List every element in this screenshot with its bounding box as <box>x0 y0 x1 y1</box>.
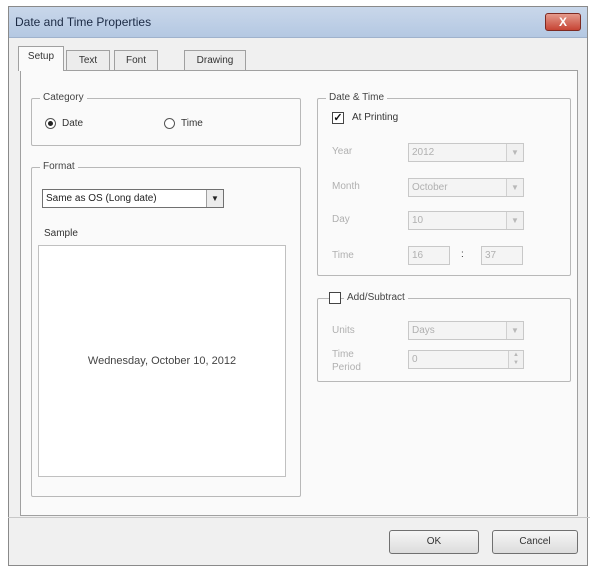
time-minute-field[interactable]: 37 <box>481 246 523 265</box>
year-select[interactable]: 2012 ▼ <box>408 143 524 162</box>
chevron-down-icon: ▼ <box>206 190 223 207</box>
time-separator: : <box>461 249 464 260</box>
chevron-down-icon: ▼ <box>506 322 523 339</box>
tab-setup[interactable]: Setup <box>18 46 64 71</box>
title-bar: Date and Time Properties X <box>9 7 587 38</box>
radio-time[interactable] <box>164 118 175 129</box>
chevron-down-icon: ▼ <box>506 144 523 161</box>
time-period-label-line2: Period <box>332 362 361 373</box>
month-label: Month <box>332 181 360 192</box>
units-select[interactable]: Days ▼ <box>408 321 524 340</box>
time-period-spinner[interactable]: 0 ▲ ▼ <box>408 350 524 369</box>
at-printing-checkbox[interactable]: ✓ <box>332 112 344 124</box>
add-subtract-legend: Add/Subtract <box>344 292 408 303</box>
day-label: Day <box>332 214 350 225</box>
units-label: Units <box>332 325 355 336</box>
date-time-legend: Date & Time <box>326 92 388 103</box>
category-legend: Category <box>40 92 87 103</box>
tab-drawing[interactable]: Drawing <box>184 50 246 70</box>
time-period-label-line1: Time <box>332 349 354 360</box>
window-title: Date and Time Properties <box>15 15 152 29</box>
year-label: Year <box>332 146 353 157</box>
close-icon: X <box>558 15 567 29</box>
ok-button[interactable]: OK <box>389 530 479 554</box>
radio-time-label: Time <box>181 118 203 129</box>
month-select[interactable]: October ▼ <box>408 178 524 197</box>
time-hour-field[interactable]: 16 <box>408 246 450 265</box>
sample-label: Sample <box>44 228 78 239</box>
cancel-button[interactable]: Cancel <box>492 530 578 554</box>
chevron-down-icon: ▼ <box>506 212 523 229</box>
footer-divider <box>8 517 590 518</box>
format-legend: Format <box>40 161 78 172</box>
tab-text[interactable]: Text <box>66 50 110 70</box>
radio-date-label: Date <box>62 118 84 129</box>
time-label: Time <box>332 250 354 261</box>
sample-text: Wednesday, October 10, 2012 <box>87 355 237 367</box>
sample-preview: Wednesday, October 10, 2012 <box>38 245 286 477</box>
add-subtract-checkbox[interactable] <box>329 292 341 304</box>
at-printing-label: At Printing <box>352 112 399 123</box>
day-select[interactable]: 10 ▼ <box>408 211 524 230</box>
format-select[interactable]: Same as OS (Long date) ▼ <box>42 189 224 208</box>
close-button[interactable]: X <box>545 13 581 31</box>
spin-up-icon: ▲ <box>513 352 519 358</box>
tab-font[interactable]: Font <box>114 50 158 70</box>
spinner-arrows[interactable]: ▲ ▼ <box>508 351 523 368</box>
radio-date[interactable] <box>45 118 56 129</box>
chevron-down-icon: ▼ <box>506 179 523 196</box>
spin-down-icon: ▼ <box>513 360 519 366</box>
